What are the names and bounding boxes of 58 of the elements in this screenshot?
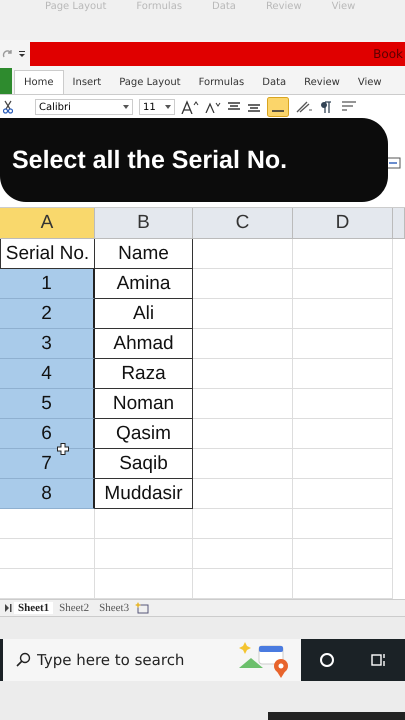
ribbon-tab[interactable]: Insert [64, 70, 110, 94]
search-field[interactable]: Type here to search [37, 651, 207, 669]
table-cell: 6 [0, 419, 95, 449]
scissors-icon[interactable] [3, 100, 13, 114]
table-cell: Noman [95, 389, 193, 419]
table-cell: Ali [95, 299, 193, 329]
customize-icon[interactable] [18, 49, 26, 59]
background-tab-label: Formulas [136, 1, 182, 12]
table-cell: Name [95, 239, 193, 269]
ribbon-tab[interactable]: View [348, 70, 391, 94]
background-tab-label: Data [212, 1, 236, 12]
task-view-icon[interactable] [371, 652, 387, 668]
last-sheet-icon[interactable] [4, 604, 12, 612]
dropdown-arrow-icon[interactable] [165, 105, 171, 109]
sheet-tab[interactable]: Sheet3 [95, 602, 134, 614]
align-bottom-icon[interactable] [267, 97, 289, 117]
font-size-field[interactable]: 11 [139, 99, 175, 115]
table-cell: 1 [0, 269, 95, 299]
background-tab-label: Page Layout [45, 1, 106, 12]
search-icon [15, 652, 31, 668]
grow-font-icon[interactable] [181, 100, 199, 114]
cursor-icon [57, 443, 69, 455]
column-header[interactable]: B [95, 208, 193, 238]
search-box[interactable]: Type here to search [3, 639, 301, 681]
font-name-field[interactable]: Calibri [35, 99, 133, 115]
table-cell: 5 [0, 389, 95, 419]
sheet-tab[interactable]: Sheet2 [55, 602, 94, 614]
table-cell: Raza [95, 359, 193, 389]
column-header[interactable]: D [293, 208, 393, 238]
new-sheet-icon[interactable] [135, 602, 150, 614]
table-cell: Ahmad [95, 329, 193, 359]
table-cell: 4 [0, 359, 95, 389]
window-title: Book [373, 47, 403, 61]
ribbon-tab[interactable]: Formulas [190, 70, 254, 94]
column-header[interactable]: A [0, 208, 95, 238]
background-tab-label: View [332, 1, 356, 12]
calendar-map-icon [239, 640, 291, 680]
table-cell: Amina [95, 269, 193, 299]
table-cell: 7 [0, 449, 95, 479]
orientation-icon[interactable] [295, 100, 313, 114]
background-tab-label: Review [266, 1, 302, 12]
caption-text: Select all the Serial No. [12, 146, 288, 174]
column-header[interactable]: C [193, 208, 293, 238]
cortana-icon[interactable] [319, 652, 335, 668]
ribbon-tab[interactable]: Data [253, 70, 296, 94]
table-cell: 2 [0, 299, 95, 329]
table-cell: Qasim [95, 419, 193, 449]
ribbon-tab[interactable]: Home [14, 70, 64, 94]
ribbon-tab[interactable]: Page Layout [110, 70, 190, 94]
table-cell: 3 [0, 329, 95, 359]
redo-icon[interactable] [2, 48, 14, 60]
dropdown-arrow-icon[interactable] [123, 105, 129, 109]
table-cell: Muddasir [95, 479, 193, 509]
sheet-tab[interactable]: Sheet1 [14, 602, 54, 614]
table-cell: Saqib [95, 449, 193, 479]
shrink-font-icon[interactable] [205, 101, 221, 113]
table-cell: 8 [0, 479, 95, 509]
ribbon-tab[interactable]: Review [295, 70, 349, 94]
